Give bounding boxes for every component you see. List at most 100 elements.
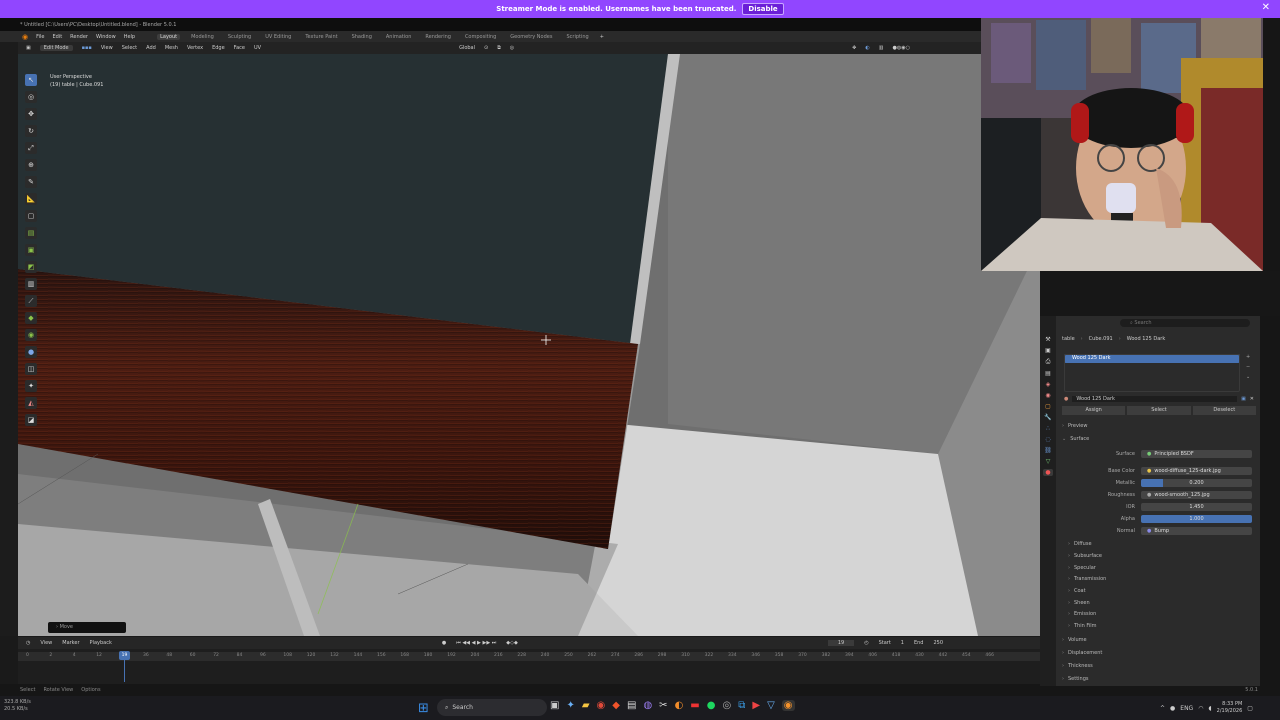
material-tab-icon[interactable]: ● bbox=[1043, 469, 1053, 476]
tab-uv-editing[interactable]: UV Editing bbox=[262, 34, 294, 40]
scene-tab-icon[interactable]: ◈ bbox=[1046, 381, 1051, 388]
tool-tab-icon[interactable]: ⚒ bbox=[1045, 336, 1050, 343]
menu-edit[interactable]: Edit bbox=[52, 34, 62, 40]
surface-shader-field[interactable]: ● Principled BSDF bbox=[1141, 450, 1252, 458]
displacement-panel-header[interactable]: › Displacement bbox=[1062, 648, 1102, 658]
current-frame-field[interactable]: 19 bbox=[827, 640, 855, 646]
move-tool-icon[interactable]: ✥ bbox=[25, 108, 37, 120]
render-tab-icon[interactable]: ▣ bbox=[1045, 347, 1051, 354]
copilot-icon[interactable]: ✦ bbox=[566, 700, 574, 711]
tab-modeling[interactable]: Modeling bbox=[188, 34, 217, 40]
xray-icon[interactable]: ▥ bbox=[879, 45, 884, 51]
chrome-icon[interactable]: ◉ bbox=[597, 700, 606, 711]
cursor-tool-icon[interactable]: ◎ bbox=[25, 91, 37, 103]
rip-tool-icon[interactable]: ◪ bbox=[25, 414, 37, 426]
add-workspace-button[interactable]: + bbox=[600, 34, 604, 40]
header-menu-select[interactable]: Select bbox=[122, 45, 137, 51]
ior-field[interactable]: 1.450 bbox=[1141, 503, 1252, 511]
tray-app-icon[interactable]: ● bbox=[1170, 705, 1175, 712]
last-operator-panel[interactable]: › Move bbox=[48, 622, 126, 633]
windows-start-icon[interactable]: ⊞ bbox=[418, 701, 429, 716]
tab-animation[interactable]: Animation bbox=[383, 34, 415, 40]
close-banner-button[interactable]: ✕ bbox=[1262, 2, 1270, 13]
particles-tab-icon[interactable]: ∴ bbox=[1046, 425, 1050, 432]
loop-cut-tool-icon[interactable]: ▥ bbox=[25, 278, 37, 290]
annotate-tool-icon[interactable]: ✎ bbox=[25, 176, 37, 188]
menu-help[interactable]: Help bbox=[124, 34, 135, 40]
proportional-edit-icon[interactable]: ◎ bbox=[510, 45, 514, 51]
smooth-tool-icon[interactable]: ● bbox=[25, 346, 37, 358]
material-slot-item[interactable]: Wood 125 Dark bbox=[1064, 354, 1240, 363]
media-icon[interactable]: ▶ bbox=[752, 700, 760, 711]
inset-tool-icon[interactable]: ▣ bbox=[25, 244, 37, 256]
clock[interactable]: 8:33 PM 2/19/2026 bbox=[1217, 701, 1243, 715]
menu-file[interactable]: File bbox=[36, 34, 44, 40]
rotate-tool-icon[interactable]: ↻ bbox=[25, 125, 37, 137]
bevel-tool-icon[interactable]: ◩ bbox=[25, 261, 37, 273]
wifi-icon[interactable]: ◠ bbox=[1198, 705, 1203, 712]
roughness-field[interactable]: ● wood-smooth_125.jpg bbox=[1141, 491, 1252, 499]
unlink-icon[interactable]: ✕ bbox=[1250, 396, 1254, 402]
overlay-toggle-icon[interactable]: ◐ bbox=[865, 45, 869, 51]
header-menu-view[interactable]: View bbox=[101, 45, 113, 51]
tab-rendering[interactable]: Rendering bbox=[422, 34, 454, 40]
notepad-icon[interactable]: ▤ bbox=[627, 700, 636, 711]
notification-icon[interactable]: ▢ bbox=[1247, 705, 1253, 712]
spotify-icon[interactable]: ● bbox=[707, 700, 716, 711]
keyframe-icons[interactable]: ◆◇◆ bbox=[506, 640, 518, 646]
assign-button[interactable]: Assign bbox=[1062, 406, 1126, 415]
disable-streamer-mode-button[interactable]: Disable bbox=[742, 3, 784, 15]
deselect-button[interactable]: Deselect bbox=[1192, 406, 1256, 415]
tab-texture-paint[interactable]: Texture Paint bbox=[302, 34, 340, 40]
language-indicator[interactable]: ENG bbox=[1180, 705, 1193, 712]
sub-transmission[interactable]: › Transmission bbox=[1068, 574, 1106, 584]
unity-icon[interactable]: ▽ bbox=[767, 700, 775, 711]
thickness-panel-header[interactable]: › Thickness bbox=[1062, 661, 1093, 671]
world-tab-icon[interactable]: ◉ bbox=[1045, 392, 1050, 399]
menu-window[interactable]: Window bbox=[96, 34, 116, 40]
tab-geometry-nodes[interactable]: Geometry Nodes bbox=[507, 34, 555, 40]
sub-subsurface[interactable]: › Subsurface bbox=[1068, 551, 1102, 561]
sub-diffuse[interactable]: › Diffuse bbox=[1068, 539, 1092, 549]
tab-shading[interactable]: Shading bbox=[349, 34, 375, 40]
spin-tool-icon[interactable]: ◉ bbox=[25, 329, 37, 341]
transform-tool-icon[interactable]: ⊕ bbox=[25, 159, 37, 171]
steam-icon[interactable]: ◎ bbox=[722, 700, 731, 711]
header-menu-vertex[interactable]: Vertex bbox=[187, 45, 203, 51]
material-sphere-icon[interactable]: ● bbox=[1064, 396, 1068, 402]
tab-scripting[interactable]: Scripting bbox=[563, 34, 591, 40]
sub-sheen[interactable]: › Sheen bbox=[1068, 598, 1090, 608]
end-frame-field[interactable]: 250 bbox=[933, 640, 943, 646]
preview-panel-header[interactable]: › Preview bbox=[1062, 421, 1087, 431]
header-menu-mesh[interactable]: Mesh bbox=[165, 45, 178, 51]
file-explorer-icon[interactable]: ▰ bbox=[582, 700, 590, 711]
edge-slide-tool-icon[interactable]: ◫ bbox=[25, 363, 37, 375]
output-tab-icon[interactable]: ⎙ bbox=[1046, 358, 1051, 366]
blender-logo-icon[interactable]: ◉ bbox=[22, 33, 28, 41]
timeline-editor-icon[interactable]: ◷ bbox=[26, 640, 30, 646]
playback-controls[interactable]: ⏮ ◀◀ ◀ ▶ ▶▶ ⏭ bbox=[456, 640, 496, 646]
properties-search-input[interactable]: ⌕ Search bbox=[1120, 319, 1250, 327]
shear-tool-icon[interactable]: ◭ bbox=[25, 397, 37, 409]
normal-field[interactable]: ● Bump bbox=[1141, 527, 1252, 535]
timeline-menu-playback[interactable]: Playback bbox=[90, 640, 112, 646]
poly-build-tool-icon[interactable]: ◆ bbox=[25, 312, 37, 324]
object-tab-icon[interactable]: ▢ bbox=[1045, 403, 1051, 410]
tab-sculpting[interactable]: Sculpting bbox=[225, 34, 254, 40]
sub-specular[interactable]: › Specular bbox=[1068, 563, 1096, 573]
volume-panel-header[interactable]: › Volume bbox=[1062, 635, 1087, 645]
gizmo-toggle-icon[interactable]: ✥ bbox=[852, 45, 856, 51]
physics-tab-icon[interactable]: ◌ bbox=[1045, 436, 1050, 443]
tab-compositing[interactable]: Compositing bbox=[462, 34, 499, 40]
add-cube-tool-icon[interactable]: ▢ bbox=[25, 210, 37, 222]
shading-modes-icon[interactable]: ●◍◉○ bbox=[892, 45, 909, 51]
header-menu-add[interactable]: Add bbox=[146, 45, 156, 51]
pivot-icon[interactable]: ⊙ bbox=[484, 45, 488, 51]
orientation-selector[interactable]: Global bbox=[459, 45, 475, 51]
scale-tool-icon[interactable]: ⤢ bbox=[25, 142, 37, 154]
auto-keying-icon[interactable]: ● bbox=[442, 640, 446, 646]
sub-coat[interactable]: › Coat bbox=[1068, 586, 1086, 596]
select-button[interactable]: Select bbox=[1127, 406, 1191, 415]
sub-thin-film[interactable]: › Thin Film bbox=[1068, 621, 1097, 631]
slot-list-controls[interactable]: + − ⌄ bbox=[1246, 352, 1250, 382]
